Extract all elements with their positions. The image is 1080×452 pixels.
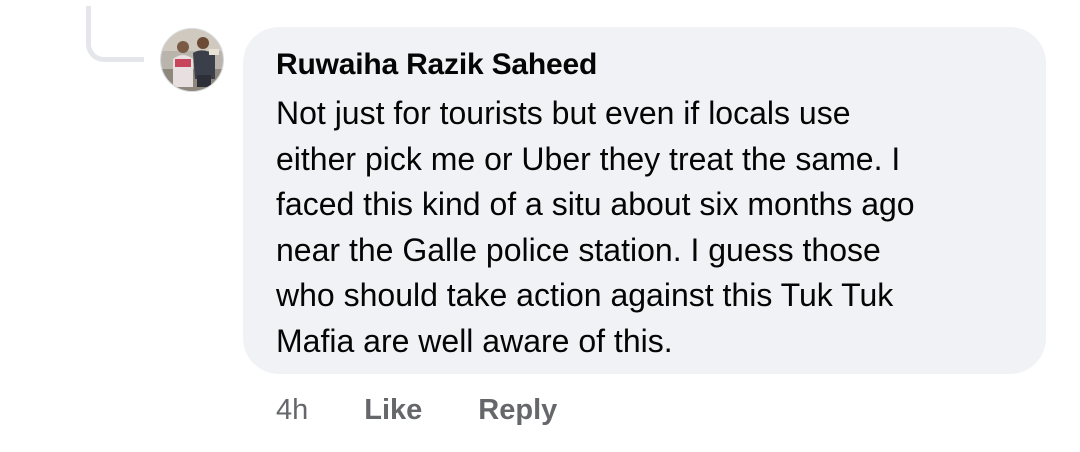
comment-actions: 4h Like Reply [276,390,557,430]
comment-body: Not just for tourists but even if locals… [276,91,1016,364]
avatar[interactable] [160,28,224,92]
comment-bubble: Ruwaiha Razik Saheed Not just for touris… [243,27,1046,374]
comment-author-name[interactable]: Ruwaiha Razik Saheed [276,47,1016,83]
comment-line: near the Galle police station. I guess t… [276,231,881,268]
comment-line: Not just for tourists but even if locals… [276,95,851,131]
reply-button[interactable]: Reply [478,394,557,427]
reply-thread-connector [86,6,144,62]
comment-line: faced this kind of a situ about six mont… [276,186,915,222]
comment-line: Mafia are well aware of this. [276,322,673,359]
comment-line: who should take action against this Tuk … [276,277,894,313]
user-photo-icon [161,29,223,91]
comment-timestamp[interactable]: 4h [276,394,308,427]
comment-thread: Ruwaiha Razik Saheed Not just for touris… [0,0,1080,452]
comment-line: either pick me or Uber they treat the sa… [276,140,901,177]
like-button[interactable]: Like [364,394,422,427]
